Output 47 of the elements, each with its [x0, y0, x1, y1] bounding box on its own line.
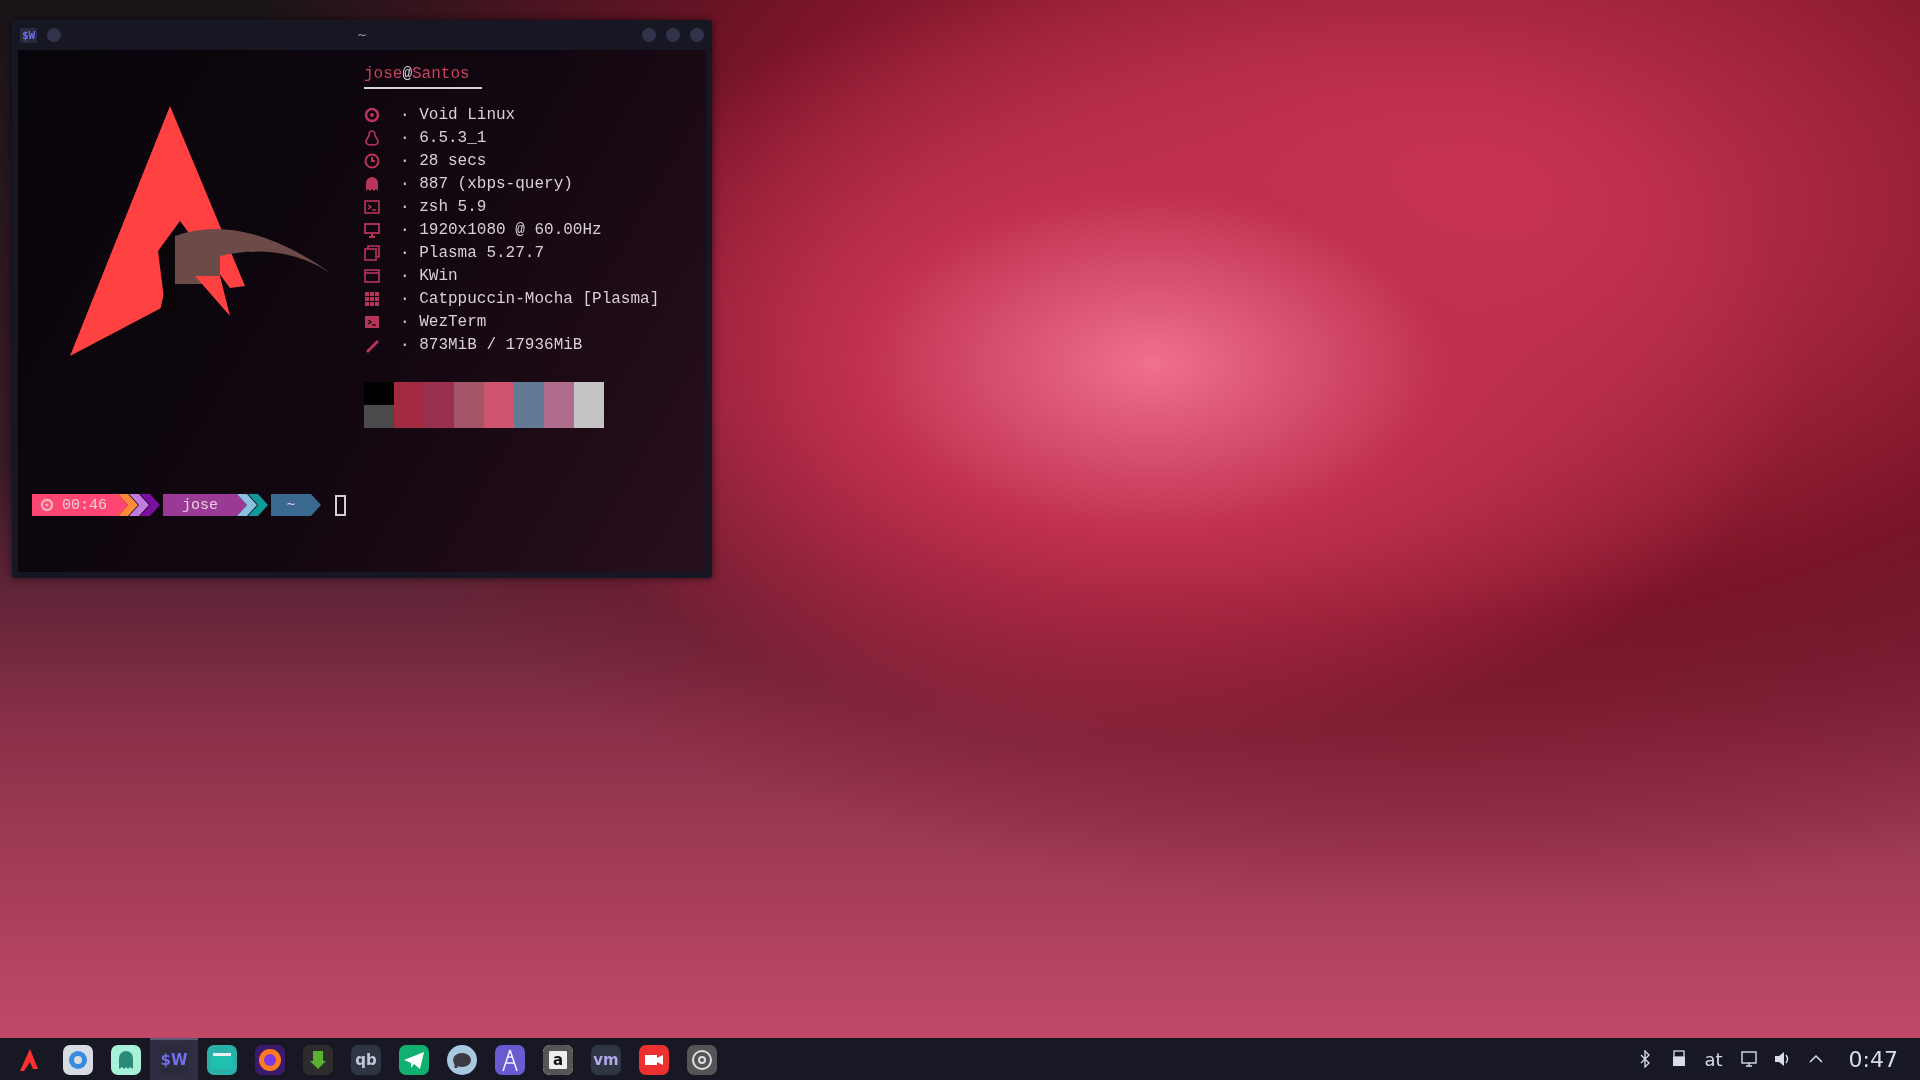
- antenna-icon: [495, 1045, 525, 1075]
- app-badge: a: [543, 1045, 573, 1075]
- terminal-icon: [364, 313, 380, 330]
- text-cursor: [335, 494, 346, 516]
- taskbar-button[interactable]: vm: [582, 1038, 630, 1080]
- monitor-icon: [364, 221, 380, 238]
- app-badge: vm: [591, 1045, 621, 1075]
- keyboard-layout[interactable]: at: [1704, 1048, 1723, 1070]
- video-camera-icon: [639, 1045, 669, 1075]
- info-text: · WezTerm: [400, 312, 487, 331]
- ghost-icon: [111, 1045, 141, 1075]
- windows-icon: [364, 244, 380, 261]
- info-text: · 28 secs: [400, 151, 487, 170]
- user-host-label: jose@Santos: [364, 63, 471, 85]
- info-text: · 873MiB / 17936MiB: [400, 335, 583, 354]
- info-text: · 1920x1080 @ 60.00Hz: [400, 220, 602, 239]
- folder-icon: [207, 1045, 237, 1075]
- terminal-icon: [364, 198, 380, 215]
- info-text: · Catppuccin-Mocha [Plasma]: [400, 289, 660, 308]
- window-title: ~: [356, 28, 368, 42]
- ghost-icon: [364, 175, 380, 192]
- paper-plane-icon: [399, 1045, 429, 1075]
- chevron-icon: [237, 494, 271, 516]
- computer-icon[interactable]: [1738, 1050, 1757, 1068]
- chevron-icon: [311, 494, 323, 516]
- info-text: · Plasma 5.27.7: [400, 243, 545, 262]
- info-text: · Void Linux: [400, 105, 516, 124]
- chevron-icon: [118, 494, 163, 516]
- window-icon: [364, 267, 380, 284]
- info-text: · 887 (xbps-query): [400, 174, 573, 193]
- fox-icon: [255, 1045, 285, 1075]
- info-text: · 6.5.3_1: [400, 128, 487, 147]
- taskbar-button[interactable]: a: [534, 1038, 582, 1080]
- grid-icon: [364, 290, 380, 307]
- speaker-icon[interactable]: [1772, 1050, 1791, 1068]
- taskbar-button[interactable]: qb: [342, 1038, 390, 1080]
- terminal-badge: $W: [159, 1045, 189, 1075]
- download-icon: [303, 1045, 333, 1075]
- info-text: · KWin: [400, 266, 458, 285]
- gear-icon: [63, 1045, 93, 1075]
- app-badge: qb: [351, 1045, 381, 1075]
- ring-icon: [364, 106, 380, 123]
- clock[interactable]: 0:47: [1848, 1046, 1898, 1072]
- clock-icon: [364, 152, 380, 169]
- app-badge: $W: [20, 27, 38, 43]
- info-text: · zsh 5.9: [400, 197, 487, 216]
- ring-icon: [40, 498, 54, 512]
